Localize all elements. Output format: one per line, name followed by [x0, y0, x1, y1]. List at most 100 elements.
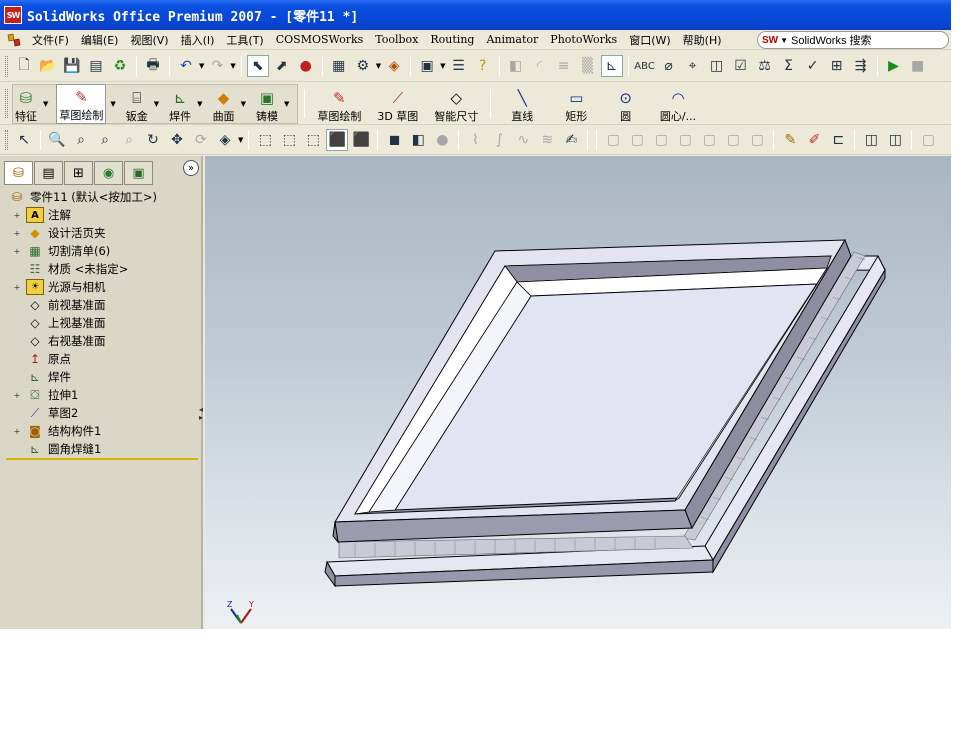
sketch-tool-line[interactable]: ╲ 直线: [509, 84, 535, 124]
zebra-icon[interactable]: ≋: [536, 129, 558, 151]
measure-icon[interactable]: ⌀: [658, 55, 680, 77]
tree-item-design-binder[interactable]: + ◆ 设计活页夹: [8, 224, 198, 242]
rotate-icon[interactable]: ↻: [142, 129, 164, 151]
select-other-icon[interactable]: ⬈: [271, 55, 293, 77]
grid-icon[interactable]: ▦: [328, 55, 350, 77]
tab-features[interactable]: ⛁ 特征: [13, 84, 39, 124]
hidden-lines-removed-icon[interactable]: ⬚: [302, 129, 324, 151]
menu-view[interactable]: 视图(V): [124, 32, 174, 48]
properties-icon[interactable]: ☰: [448, 55, 470, 77]
expand-plus-icon[interactable]: +: [12, 282, 22, 292]
menu-toolbox[interactable]: Toolbox: [369, 33, 424, 46]
chevron-down-icon[interactable]: ▼: [110, 100, 115, 108]
layer-properties-icon[interactable]: ◫: [884, 129, 906, 151]
chevron-down-icon[interactable]: ▼: [43, 100, 48, 108]
shaded-icon[interactable]: ⬛: [350, 129, 372, 151]
toolbar-grip[interactable]: [5, 130, 8, 150]
curvature-icon[interactable]: ∿: [512, 129, 534, 151]
print-icon[interactable]: ▤: [85, 55, 107, 77]
render-tools-icon[interactable]: ✍: [560, 129, 582, 151]
options-icon[interactable]: ⚙: [352, 55, 374, 77]
stop-icon[interactable]: ■: [907, 55, 929, 77]
rebuild-icon[interactable]: ♻: [109, 55, 131, 77]
toolbar-grip[interactable]: [5, 55, 8, 77]
rollback-bar[interactable]: [6, 458, 198, 460]
select-icon[interactable]: ⬉: [246, 55, 269, 77]
tree-item-lights-cameras[interactable]: + ☀ 光源与相机: [8, 278, 198, 296]
sketch-plus-icon[interactable]: ✐: [803, 129, 825, 151]
view-iso-icon[interactable]: ▢: [746, 129, 768, 151]
featuremanager-tab-icon[interactable]: ⛁: [4, 161, 33, 185]
chevron-down-icon[interactable]: ▼: [376, 62, 381, 70]
dimension-icon[interactable]: ⊾: [600, 55, 623, 77]
checklist-icon[interactable]: ☑: [730, 55, 752, 77]
redo-icon[interactable]: ↷: [206, 55, 228, 77]
chevron-down-icon[interactable]: ▼: [154, 100, 159, 108]
expand-plus-icon[interactable]: +: [12, 426, 22, 436]
tab-surfaces[interactable]: ◆ 曲面: [211, 84, 237, 124]
expand-plus-icon[interactable]: +: [12, 210, 22, 220]
traffic-light-icon[interactable]: ●: [295, 55, 317, 77]
menu-cosmosworks[interactable]: COSMOSWorks: [270, 33, 370, 46]
menu-window[interactable]: 窗口(W): [623, 32, 676, 48]
chevron-down-icon[interactable]: ▼: [230, 62, 235, 70]
chevron-down-icon[interactable]: ▼: [440, 62, 445, 70]
menu-routing[interactable]: Routing: [424, 33, 480, 46]
undo-icon[interactable]: ↶: [175, 55, 197, 77]
help-icon[interactable]: ?: [472, 55, 494, 77]
expand-plus-icon[interactable]: +: [12, 228, 22, 238]
note-icon[interactable]: ◫: [706, 55, 728, 77]
solidworks-app-icon[interactable]: SW: [4, 6, 22, 24]
expand-plus-icon[interactable]: +: [12, 246, 22, 256]
zoom-fit-icon[interactable]: 🔍: [46, 129, 68, 151]
tree-item-annotations[interactable]: + A 注解: [8, 206, 198, 224]
relations-icon[interactable]: ⊏: [827, 129, 849, 151]
pan-icon[interactable]: ✥: [166, 129, 188, 151]
view-front-icon[interactable]: ▢: [602, 129, 624, 151]
play-icon[interactable]: ▶: [883, 55, 905, 77]
menu-insert[interactable]: 插入(I): [175, 32, 221, 48]
tree-item-weldment[interactable]: ⊾ 焊件: [8, 368, 198, 386]
solidworks-logo-icon[interactable]: [6, 32, 22, 48]
menu-tools[interactable]: 工具(T): [220, 32, 269, 48]
print-preview-icon[interactable]: 🖶: [142, 55, 164, 77]
menu-photoworks[interactable]: PhotoWorks: [544, 33, 623, 46]
graphics-viewport[interactable]: Z Y: [205, 156, 951, 629]
roll-icon[interactable]: ⟳: [190, 129, 212, 151]
menu-edit[interactable]: 编辑(E): [75, 32, 125, 48]
menu-file[interactable]: 文件(F): [26, 32, 75, 48]
spline-icon[interactable]: ∫: [488, 129, 510, 151]
expand-plus-icon[interactable]: +: [12, 390, 22, 400]
shaded-with-edges-icon[interactable]: ⬛: [326, 129, 349, 151]
view-right-icon[interactable]: ▢: [674, 129, 696, 151]
display-manager-tab-icon[interactable]: ▣: [124, 161, 153, 185]
tab-weldments[interactable]: ⊾ 焊件: [167, 84, 193, 124]
curves-icon[interactable]: ⌇: [464, 129, 486, 151]
menu-help[interactable]: 帮助(H): [677, 32, 728, 48]
sketch-tool-centerpoint-arc[interactable]: ◠ 圆心/...: [658, 84, 698, 124]
balloon-icon[interactable]: ⌖: [682, 55, 704, 77]
propertymanager-tab-icon[interactable]: ▤: [34, 161, 63, 185]
spelling-icon[interactable]: ABC: [634, 55, 656, 77]
view-back-icon[interactable]: ▢: [626, 129, 648, 151]
export-icon[interactable]: ⇶: [850, 55, 872, 77]
tab-sheetmetal[interactable]: ⌸ 钣金: [124, 84, 150, 124]
tab-sketch[interactable]: ✎ 草图绘制: [56, 83, 107, 124]
previous-view-icon[interactable]: ↖: [13, 129, 35, 151]
sketch-tool-rectangle[interactable]: ▭ 矩形: [563, 84, 589, 124]
standard-views-icon[interactable]: ◈: [214, 129, 236, 151]
open-icon[interactable]: 📂: [37, 55, 59, 77]
edit-sketch-icon[interactable]: ✎: [779, 129, 801, 151]
chevron-down-icon[interactable]: ▼: [238, 136, 243, 144]
chevron-down-icon[interactable]: ▼: [197, 100, 202, 108]
tree-root-part[interactable]: ⛁ 零件11 (默认<按加工>): [8, 188, 198, 206]
save-icon[interactable]: 💾: [61, 55, 83, 77]
toolbar-grip[interactable]: [5, 89, 8, 118]
zoom-in-out-icon[interactable]: ⌕: [94, 129, 116, 151]
window-layout-icon[interactable]: ▣: [416, 55, 438, 77]
tree-item-extrude1[interactable]: + ⛋ 拉伸1: [8, 386, 198, 404]
shadows-icon[interactable]: ◼: [383, 129, 405, 151]
tree-item-origin[interactable]: ↥ 原点: [8, 350, 198, 368]
layer-icon[interactable]: ◫: [860, 129, 882, 151]
sketch-tool-smart-dimension[interactable]: ◇ 智能尺寸: [432, 84, 480, 124]
